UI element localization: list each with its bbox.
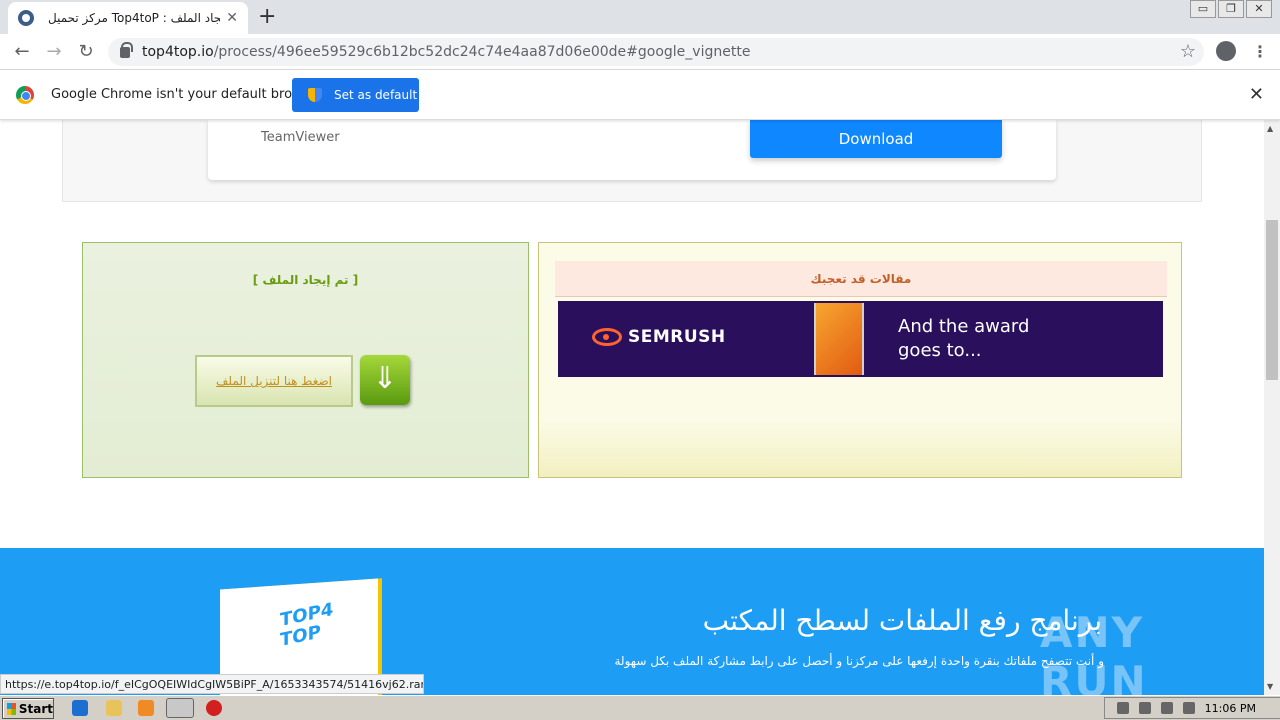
ad-headline-line2: goes to...	[898, 340, 982, 361]
ad-headline-line1: And the award	[898, 316, 1030, 337]
chrome-taskbar-button[interactable]	[166, 698, 194, 718]
windows-taskbar: Start 11:06 PM	[0, 695, 1280, 720]
desktop-app-footer: TOP4 TOP برنامج رفع الملفات لسطح المكتب …	[0, 548, 1264, 695]
account-icon[interactable]	[1216, 41, 1236, 61]
url-host: top4top.io	[142, 44, 214, 60]
status-bar-url: https://e.top4top.io/f_eICgOQEIWIdCgIW5B…	[0, 674, 424, 694]
scroll-down-arrow-icon[interactable]: ▼	[1267, 682, 1273, 691]
flag-icon[interactable]	[1182, 702, 1195, 714]
system-tray: 11:06 PM	[1104, 697, 1280, 719]
kebab-menu-icon[interactable]: ⋮	[1252, 42, 1268, 61]
back-arrow-icon[interactable]: ←	[10, 40, 34, 64]
default-browser-infobar: Google Chrome isn't your default browser…	[0, 70, 1280, 120]
ie-icon[interactable]	[72, 700, 88, 716]
tray-arrow-icon[interactable]	[1116, 702, 1129, 714]
start-button[interactable]: Start	[2, 698, 54, 719]
site-favicon-icon	[18, 10, 34, 26]
forward-arrow-icon[interactable]: →	[42, 40, 66, 64]
semrush-flame-icon	[592, 328, 622, 346]
bookmark-star-icon[interactable]: ☆	[1180, 41, 1196, 62]
articles-box: مقالات قد تعجبك SEMRUSH And the award go…	[538, 242, 1182, 478]
tab-title: مركز تحميل Top4toP : تم إيجاد الملف	[48, 11, 221, 25]
volume-icon[interactable]	[1138, 702, 1151, 714]
tab-active[interactable]: مركز تحميل Top4toP : تم إيجاد الملف ✕	[8, 2, 248, 34]
folder-icon[interactable]	[106, 700, 122, 716]
minimize-button[interactable]: ▭	[1190, 0, 1216, 18]
download-file-link[interactable]: اضغط هنا لتنزيل الملف	[195, 355, 353, 407]
file-found-title: [ تم إيجاد الملف ]	[252, 273, 359, 287]
set-as-default-button[interactable]: Set as default	[292, 78, 419, 112]
lock-icon[interactable]	[120, 41, 133, 58]
shield-icon	[308, 88, 322, 102]
scrollbar-thumb[interactable]	[1266, 220, 1278, 380]
browser-toolbar: ← → ↻ top4top.io/process/496ee59529c6b12…	[0, 34, 1280, 70]
award-trophy-image	[814, 303, 864, 375]
window-controls: ▭ ❐ ✕	[1188, 0, 1272, 18]
set-as-default-label: Set as default	[334, 88, 418, 102]
tab-strip: مركز تحميل Top4toP : تم إيجاد الملف ✕ + …	[0, 0, 1280, 34]
new-tab-button[interactable]: +	[258, 4, 276, 29]
network-icon[interactable]	[1160, 702, 1173, 714]
page-content: TeamViewer Download [ تم إيجاد الملف ] ا…	[0, 120, 1264, 695]
url-path: /process/496ee59529c6b12bc52dc24c74e4aa8…	[213, 44, 751, 60]
infobar-message: Google Chrome isn't your default browser	[51, 87, 323, 102]
chrome-logo-icon	[16, 86, 34, 104]
page-scrollbar[interactable]: ▲ ▼	[1264, 120, 1280, 695]
semrush-brand: SEMRUSH	[628, 327, 726, 347]
reload-icon[interactable]: ↻	[74, 40, 98, 64]
footer-subtitle: و أنت تتصفح ملفاتك بنقرة واحدة إرفعها عل…	[614, 654, 1105, 668]
arrow-down-icon[interactable]: ⇓	[360, 355, 410, 405]
infobar-close-icon[interactable]: ✕	[1249, 84, 1264, 105]
anyrun-watermark: ANY RUN	[1040, 608, 1148, 695]
media-player-icon[interactable]	[138, 700, 154, 716]
ad-headline: And the award goes to...	[898, 315, 1029, 363]
articles-title: مقالات قد تعجبك	[555, 261, 1167, 297]
windows-logo-icon	[7, 702, 16, 715]
close-window-button[interactable]: ✕	[1246, 0, 1272, 18]
tab-close-icon[interactable]: ✕	[226, 10, 238, 26]
restore-button[interactable]: ❐	[1218, 0, 1244, 18]
semrush-ad-banner[interactable]: SEMRUSH And the award goes to...	[558, 301, 1163, 377]
address-bar[interactable]: top4top.io/process/496ee59529c6b12bc52dc…	[108, 38, 1204, 66]
teamviewer-label: TeamViewer	[261, 130, 340, 145]
clock: 11:06 PM	[1204, 701, 1256, 715]
scroll-up-arrow-icon[interactable]: ▲	[1267, 124, 1273, 133]
top4top-logo: TOP4 TOP	[280, 599, 333, 651]
download-button[interactable]: Download	[750, 120, 1002, 158]
stop-icon[interactable]	[206, 700, 222, 716]
teamviewer-card: TeamViewer Download	[208, 120, 1056, 180]
start-label: Start	[18, 701, 53, 716]
semrush-logo: SEMRUSH	[592, 327, 726, 347]
file-found-box: [ تم إيجاد الملف ] اضغط هنا لتنزيل الملف…	[82, 242, 529, 478]
